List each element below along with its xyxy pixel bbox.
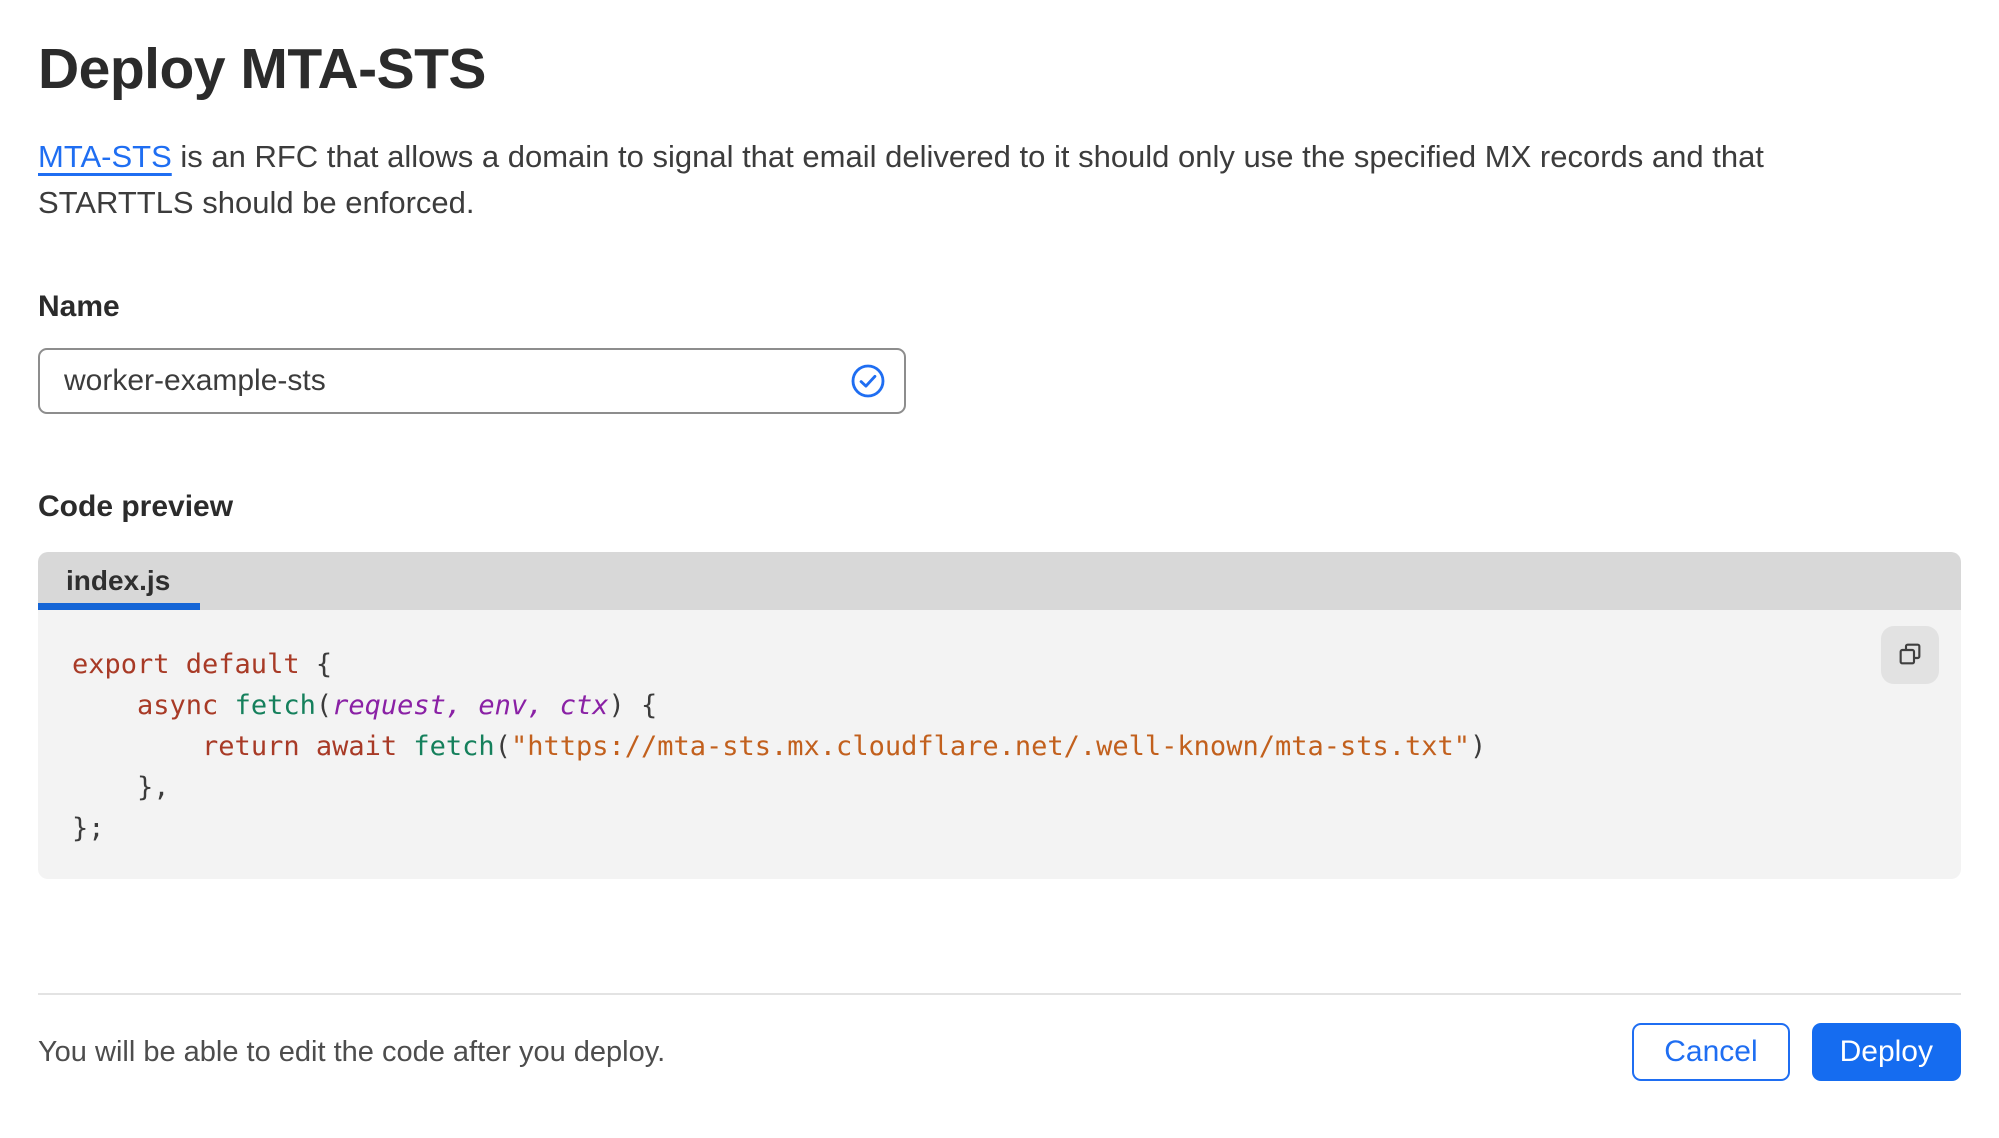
footer-bar: You will be able to edit the code after … <box>38 1023 1961 1081</box>
deploy-mta-sts-page: Deploy MTA-STS MTA-STS is an RFC that al… <box>0 0 1999 1138</box>
code-line: export default { <box>72 649 333 680</box>
footer-actions: Cancel Deploy <box>1632 1023 1961 1081</box>
code-preview-label: Code preview <box>38 490 234 523</box>
copy-code-button[interactable] <box>1881 626 1939 684</box>
name-input-container <box>38 348 906 414</box>
name-label: Name <box>38 290 120 323</box>
name-input[interactable] <box>64 364 850 398</box>
mta-sts-link[interactable]: MTA-STS <box>38 139 172 174</box>
cancel-button[interactable]: Cancel <box>1632 1023 1790 1081</box>
code-tabbar: index.js <box>38 552 1961 611</box>
tab-index-js[interactable]: index.js <box>38 552 201 611</box>
code-line: return await fetch("https://mta-sts.mx.c… <box>202 731 1487 762</box>
code-body: export default { async fetch(request, en… <box>38 610 1961 879</box>
code-content: export default { async fetch(request, en… <box>72 644 1851 849</box>
tab-index-js-label: index.js <box>66 565 171 596</box>
check-circle-icon <box>850 363 886 399</box>
code-preview-card: index.js export default { async fetch(re… <box>38 552 1961 879</box>
page-description: MTA-STS is an RFC that allows a domain t… <box>38 134 1918 226</box>
deploy-button[interactable]: Deploy <box>1811 1023 1961 1081</box>
page-description-text: is an RFC that allows a domain to signal… <box>38 139 1764 220</box>
footer-divider <box>38 993 1961 995</box>
page-title: Deploy MTA-STS <box>38 37 486 101</box>
footer-note: You will be able to edit the code after … <box>38 1035 666 1068</box>
code-line: async fetch(request, env, ctx) { <box>137 690 658 721</box>
code-line: }; <box>72 813 105 844</box>
code-line: }, <box>72 772 170 803</box>
copy-icon <box>1894 638 1926 673</box>
